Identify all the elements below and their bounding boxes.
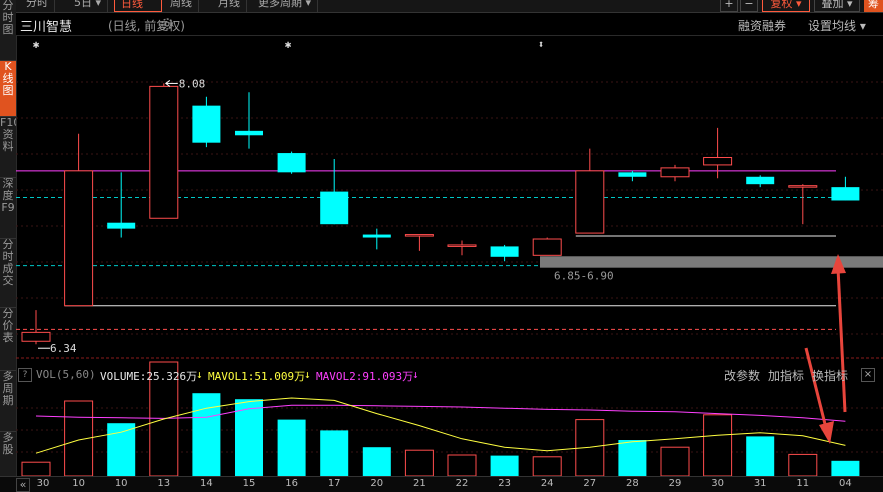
date-label: 27	[583, 478, 597, 489]
candle-body	[404, 234, 434, 237]
volume-arrow-icon: ↓	[196, 368, 203, 381]
marker-diamond: ⬍	[538, 38, 545, 51]
candle-body	[277, 153, 306, 173]
volume-bar	[660, 446, 690, 477]
volume-bar	[746, 436, 775, 476]
date-label: 30	[711, 478, 724, 489]
candle-body	[831, 187, 860, 201]
date-axis: « 30 10 10 13 14 15 16 17 20 21 22 23 24 27 28 29 30 31 11…	[0, 476, 883, 492]
date-label: 11	[796, 478, 810, 489]
candle-body	[703, 157, 733, 166]
volume-bar	[320, 430, 349, 476]
date-label: 30	[36, 478, 50, 489]
high-label: 8.08	[179, 77, 206, 90]
candle-body	[235, 130, 263, 136]
volume-bar	[490, 455, 519, 476]
candle-body	[64, 170, 94, 307]
volume-bar	[362, 447, 391, 476]
volume-bar	[404, 449, 434, 477]
add-indicator-link[interactable]: 加指标	[768, 367, 804, 384]
volume-bar	[618, 440, 647, 476]
mavol2-value: MAVOL2:91.093万	[316, 370, 414, 383]
mavol1-arrow-icon: ↓	[304, 368, 311, 381]
date-label: 28	[626, 478, 639, 489]
date-label: 20	[370, 478, 384, 489]
scroll-back-button[interactable]: «	[16, 478, 30, 492]
close-icon[interactable]: ×	[861, 368, 875, 382]
candle-body	[532, 238, 562, 256]
date-label: 04	[839, 478, 852, 489]
date-label: 17	[327, 478, 341, 489]
level-lines	[16, 170, 883, 330]
candle-body	[490, 246, 519, 257]
volume-bar	[703, 414, 733, 477]
marker-star: ✱	[285, 38, 292, 51]
volume-value: VOLUME:25.326万	[100, 370, 198, 383]
volume-bar	[107, 423, 136, 476]
volume-bar	[192, 393, 221, 476]
date-label: 22	[455, 478, 469, 489]
mavol2-arrow-icon: ↓	[412, 368, 419, 381]
volume-bar	[831, 460, 860, 476]
candle-body	[618, 172, 647, 177]
date-label: 23	[498, 478, 511, 489]
candle-body	[21, 331, 51, 342]
date-label: 14	[200, 478, 213, 489]
candles	[21, 83, 860, 345]
change-params-link[interactable]: 改参数	[724, 367, 760, 384]
switch-indicator-link[interactable]: 换指标	[812, 367, 848, 384]
volume-bar	[447, 454, 477, 477]
candle-body	[362, 234, 391, 238]
volume-bar	[277, 419, 306, 476]
volume-bar	[532, 456, 562, 477]
annotation-arrow	[804, 347, 828, 429]
candle-body	[192, 105, 221, 143]
marker-star: ✱	[33, 38, 40, 51]
volume-header: ? VOL(5,60) VOLUME:25.326万 ↓ MAVOL1:51.0…	[16, 365, 883, 385]
annotation-arrow	[836, 267, 847, 413]
help-icon[interactable]: ?	[18, 368, 32, 382]
candle-body	[788, 185, 818, 188]
candle-body	[149, 85, 179, 219]
date-label: 31	[753, 478, 767, 489]
mavol1-value: MAVOL1:51.009万	[208, 370, 306, 383]
annotation-arrow-head	[819, 421, 834, 444]
kline-chart[interactable]: ✱ ✱ ⬍ 8.08 6.34 6.85-6.90	[0, 0, 883, 491]
range-band	[540, 256, 883, 268]
candle-body	[746, 176, 775, 185]
date-label: 29	[668, 478, 682, 489]
volume-bar	[788, 453, 818, 477]
candle-body	[447, 244, 477, 247]
date-label: 16	[285, 478, 298, 489]
range-label: 6.85-6.90	[554, 270, 614, 283]
date-label: 21	[413, 478, 426, 489]
volume-indicator-name[interactable]: VOL(5,60)	[36, 368, 96, 381]
candle-body	[320, 191, 349, 225]
volume-bar	[21, 461, 51, 477]
date-label: 13	[157, 478, 171, 489]
date-label: 24	[540, 478, 554, 489]
date-label: 10	[72, 478, 85, 489]
candle-body	[660, 167, 690, 178]
date-label: 10	[114, 478, 128, 489]
candle-body	[107, 222, 136, 229]
candle-body	[575, 170, 605, 234]
date-label: 15	[242, 478, 256, 489]
low-label: 6.34	[50, 342, 77, 355]
